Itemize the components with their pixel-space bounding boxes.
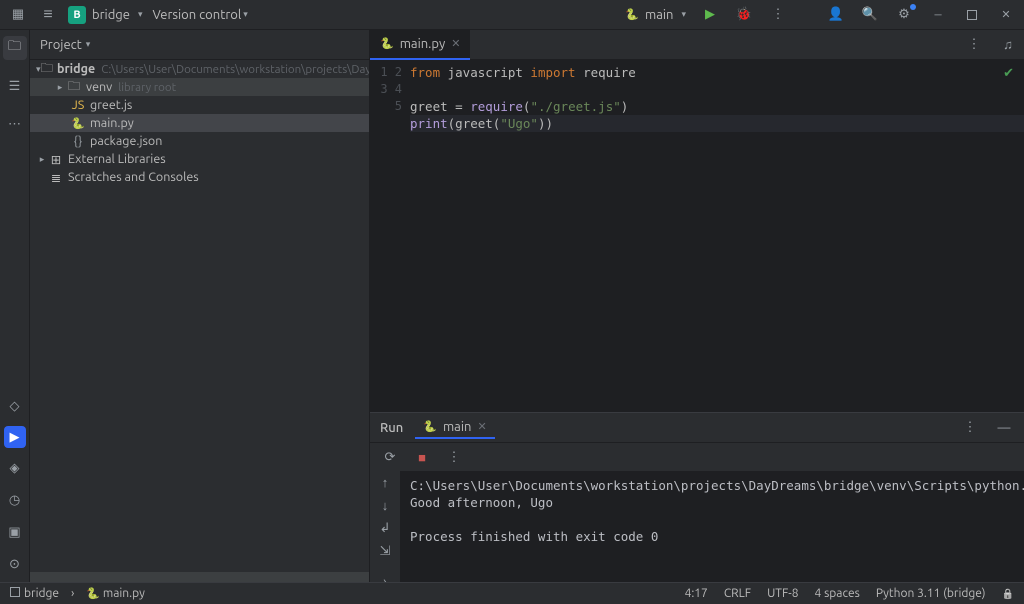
python-file-icon: 🐍 xyxy=(380,37,394,50)
python-console-tool-icon[interactable]: ◇ xyxy=(3,394,27,418)
scroll-to-end-icon[interactable]: ⇲ xyxy=(373,544,397,559)
tree-scratches-label: Scratches and Consoles xyxy=(68,170,199,184)
soft-wrap-icon[interactable]: ↲ xyxy=(373,521,397,536)
indent-settings[interactable]: 4 spaces xyxy=(815,587,860,600)
project-tool-icon[interactable]: 🗀 xyxy=(3,36,27,60)
tree-file[interactable]: JSgreet.js xyxy=(30,96,369,114)
status-bar: bridge › 🐍 main.py 4:17 CRLF UTF-8 4 spa… xyxy=(0,582,1024,604)
tree-file-label: greet.js xyxy=(90,98,132,112)
tree-external-label: External Libraries xyxy=(68,152,166,166)
breadcrumb-file[interactable]: 🐍 main.py xyxy=(86,587,144,600)
tree-root-label: bridge xyxy=(57,62,95,76)
main-menu-icon[interactable] xyxy=(38,5,58,25)
structure-tool-icon[interactable]: ☰ xyxy=(3,74,27,98)
code-editor[interactable]: 1 2 3 4 5 from javascript import require… xyxy=(370,60,1024,412)
file-encoding[interactable]: UTF-8 xyxy=(767,587,798,600)
tree-venv-label: venv xyxy=(86,80,112,94)
search-everywhere-icon[interactable]: 🔍 xyxy=(860,5,880,25)
hide-run-panel-icon[interactable]: — xyxy=(994,418,1014,438)
console-output[interactable]: C:\Users\User\Documents\workstation\proj… xyxy=(400,471,1024,582)
more-tools-icon[interactable]: ⋯ xyxy=(3,112,27,136)
breadcrumb-project: bridge xyxy=(24,587,59,600)
readonly-lock-icon[interactable] xyxy=(1002,587,1014,600)
horizontal-scrollbar[interactable] xyxy=(30,572,369,582)
run-tab-options-icon[interactable] xyxy=(960,418,980,438)
tree-external-libraries[interactable]: ▸⊞External Libraries xyxy=(30,150,369,168)
caret-position[interactable]: 4:17 xyxy=(685,587,708,600)
chevron-down-icon[interactable]: ▾ xyxy=(86,39,91,50)
breadcrumb[interactable]: bridge xyxy=(10,587,59,600)
editor-tab[interactable]: 🐍 main.py ✕ xyxy=(370,30,470,60)
chevron-down-icon: ▾ xyxy=(138,9,143,20)
project-badge-icon: B xyxy=(68,6,86,24)
more-run-actions-icon[interactable] xyxy=(768,5,788,25)
project-panel-title[interactable]: Project xyxy=(40,38,82,52)
editor-area: 🐍 main.py ✕ ♫ 1 2 3 4 5 from javascript … xyxy=(370,30,1024,582)
editor-tab-options-icon[interactable] xyxy=(964,35,984,55)
window-minimize-icon[interactable] xyxy=(928,5,948,25)
scroll-down-icon[interactable]: ↓ xyxy=(373,498,397,513)
python-file-icon: 🐍 xyxy=(625,8,639,21)
run-config-selector[interactable]: 🐍 main ▾ xyxy=(625,8,686,22)
tree-file[interactable]: {}package.json xyxy=(30,132,369,150)
tree-scratches[interactable]: ≣Scratches and Consoles xyxy=(30,168,369,186)
stop-icon[interactable]: ■ xyxy=(412,447,432,467)
problems-tool-icon[interactable]: ⊙ xyxy=(3,552,27,576)
tree-venv[interactable]: ▸🗀 venv library root xyxy=(30,78,369,96)
chevron-down-icon: ▾ xyxy=(681,9,686,20)
run-panel-title: Run xyxy=(380,421,403,435)
close-tab-icon[interactable]: ✕ xyxy=(451,37,460,50)
run-config-tab[interactable]: 🐍 main ✕ xyxy=(415,417,494,439)
rerun-icon[interactable]: ⟳ xyxy=(380,447,400,467)
python-file-icon: 🐍 xyxy=(423,420,437,433)
editor-gutter: 1 2 3 4 5 xyxy=(370,60,410,412)
version-control-menu[interactable]: Version control ▾ xyxy=(152,8,247,22)
scroll-up-icon[interactable]: ↑ xyxy=(373,475,397,490)
close-run-tab-icon[interactable]: ✕ xyxy=(477,420,486,433)
version-control-label: Version control xyxy=(152,8,241,22)
inspection-ok-icon[interactable]: ✔ xyxy=(1003,66,1014,81)
tree-root-path: C:\Users\User\Documents\workstation\proj… xyxy=(101,63,369,76)
services-tool-icon[interactable]: ◈ xyxy=(3,456,27,480)
tree-file-label: package.json xyxy=(90,134,162,148)
project-selector[interactable]: B bridge ▾ xyxy=(68,6,142,24)
window-maximize-icon[interactable] xyxy=(962,5,982,25)
notifications-icon[interactable]: ♫ xyxy=(998,35,1018,55)
run-button-icon[interactable]: ▶ xyxy=(700,5,720,25)
project-name-label: bridge xyxy=(92,8,130,22)
editor-tab-label: main.py xyxy=(400,37,446,51)
project-panel: Project ▾ ▾🗀 bridge C:\Users\User\Docume… xyxy=(30,30,370,582)
run-more-actions-icon[interactable] xyxy=(444,447,464,467)
tree-root[interactable]: ▾🗀 bridge C:\Users\User\Documents\workst… xyxy=(30,60,369,78)
run-config-tab-label: main xyxy=(443,420,471,434)
tree-file-label: main.py xyxy=(90,116,134,130)
tree-file[interactable]: 🐍main.py xyxy=(30,114,369,132)
code-with-me-icon[interactable]: 👤 xyxy=(826,5,846,25)
debug-button-icon[interactable]: 🐞 xyxy=(734,5,754,25)
run-config-label: main xyxy=(645,8,673,22)
chevron-down-icon: ▾ xyxy=(243,9,248,20)
line-separator[interactable]: CRLF xyxy=(724,587,751,600)
ide-logo-icon[interactable]: ▦ xyxy=(8,5,28,25)
terminal-tool-icon[interactable]: ▣ xyxy=(3,520,27,544)
run-tool-icon[interactable]: ▶ xyxy=(4,426,26,448)
settings-icon[interactable] xyxy=(894,5,914,25)
run-panel: Run 🐍 main ✕ — ⟳ ■ xyxy=(370,412,1024,582)
tree-venv-hint: library root xyxy=(118,81,176,94)
left-tool-rail: 🗀 ☰ ⋯ ◇ ▶ ◈ ◷ ▣ ⊙ xyxy=(0,30,30,582)
python-packages-tool-icon[interactable]: ◷ xyxy=(3,488,27,512)
python-interpreter[interactable]: Python 3.11 (bridge) xyxy=(876,587,986,600)
window-close-icon[interactable] xyxy=(996,5,1016,25)
titlebar: ▦ B bridge ▾ Version control ▾ 🐍 main ▾ … xyxy=(0,0,1024,30)
